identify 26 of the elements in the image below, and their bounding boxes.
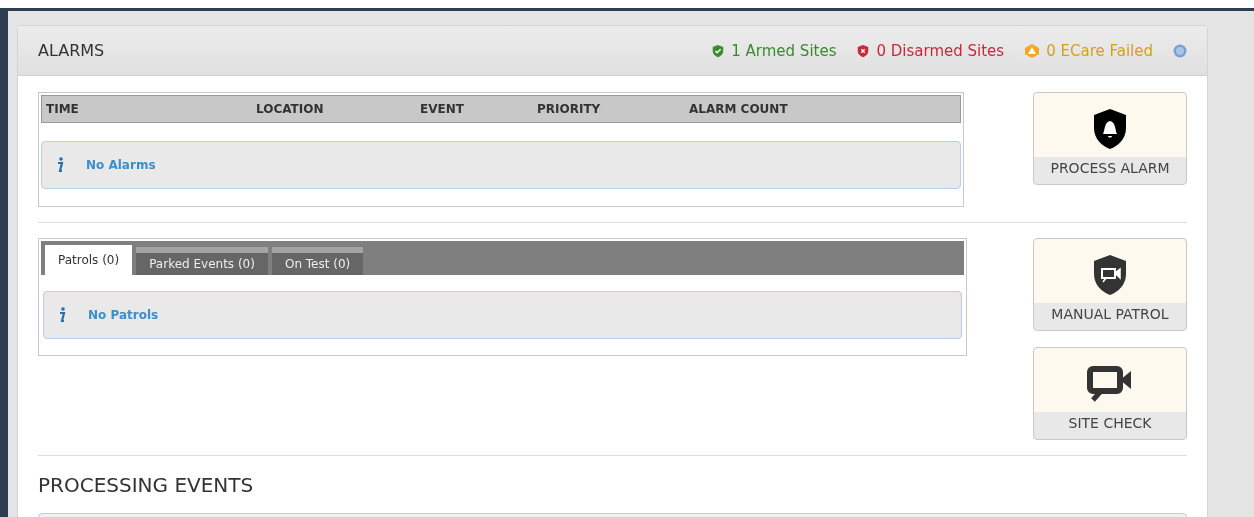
tab[interactable]: Patrols (0) — [45, 245, 133, 275]
info-text: No Patrols — [88, 308, 159, 322]
column-header: LOCATION — [256, 102, 325, 116]
help-icon[interactable] — [1173, 43, 1187, 58]
column-header: TIME — [46, 102, 80, 116]
info-icon — [56, 157, 64, 173]
warning-shield-icon — [1024, 42, 1041, 59]
info-icon — [58, 307, 66, 323]
column-header: EVENT — [420, 102, 465, 116]
shield-camera-icon — [1092, 254, 1128, 296]
info-text: No Alarms — [86, 158, 156, 172]
tab[interactable]: Parked Events (0) — [136, 247, 268, 275]
shield-check-icon — [711, 42, 726, 59]
section-title: PROCESSING EVENTS — [38, 473, 255, 497]
action-button[interactable]: MANUAL PATROL — [1033, 238, 1187, 331]
panel-title: ALARMS — [38, 41, 105, 60]
tab[interactable]: On Test (0) — [271, 247, 364, 275]
status-indicator: 0 Disarmed Sites — [856, 41, 1005, 60]
column-header: PRIORITY — [537, 102, 602, 116]
action-button[interactable]: SITE CHECK — [1033, 347, 1187, 440]
status-indicator: 1 Armed Sites — [711, 41, 837, 60]
status-indicator: 0 ECare Failed — [1024, 41, 1153, 60]
action-button[interactable]: PROCESS ALARM — [1033, 92, 1187, 185]
column-header: ALARM COUNT — [689, 102, 789, 116]
shield-x-icon — [856, 42, 871, 59]
shield-bell-icon — [1092, 108, 1128, 150]
